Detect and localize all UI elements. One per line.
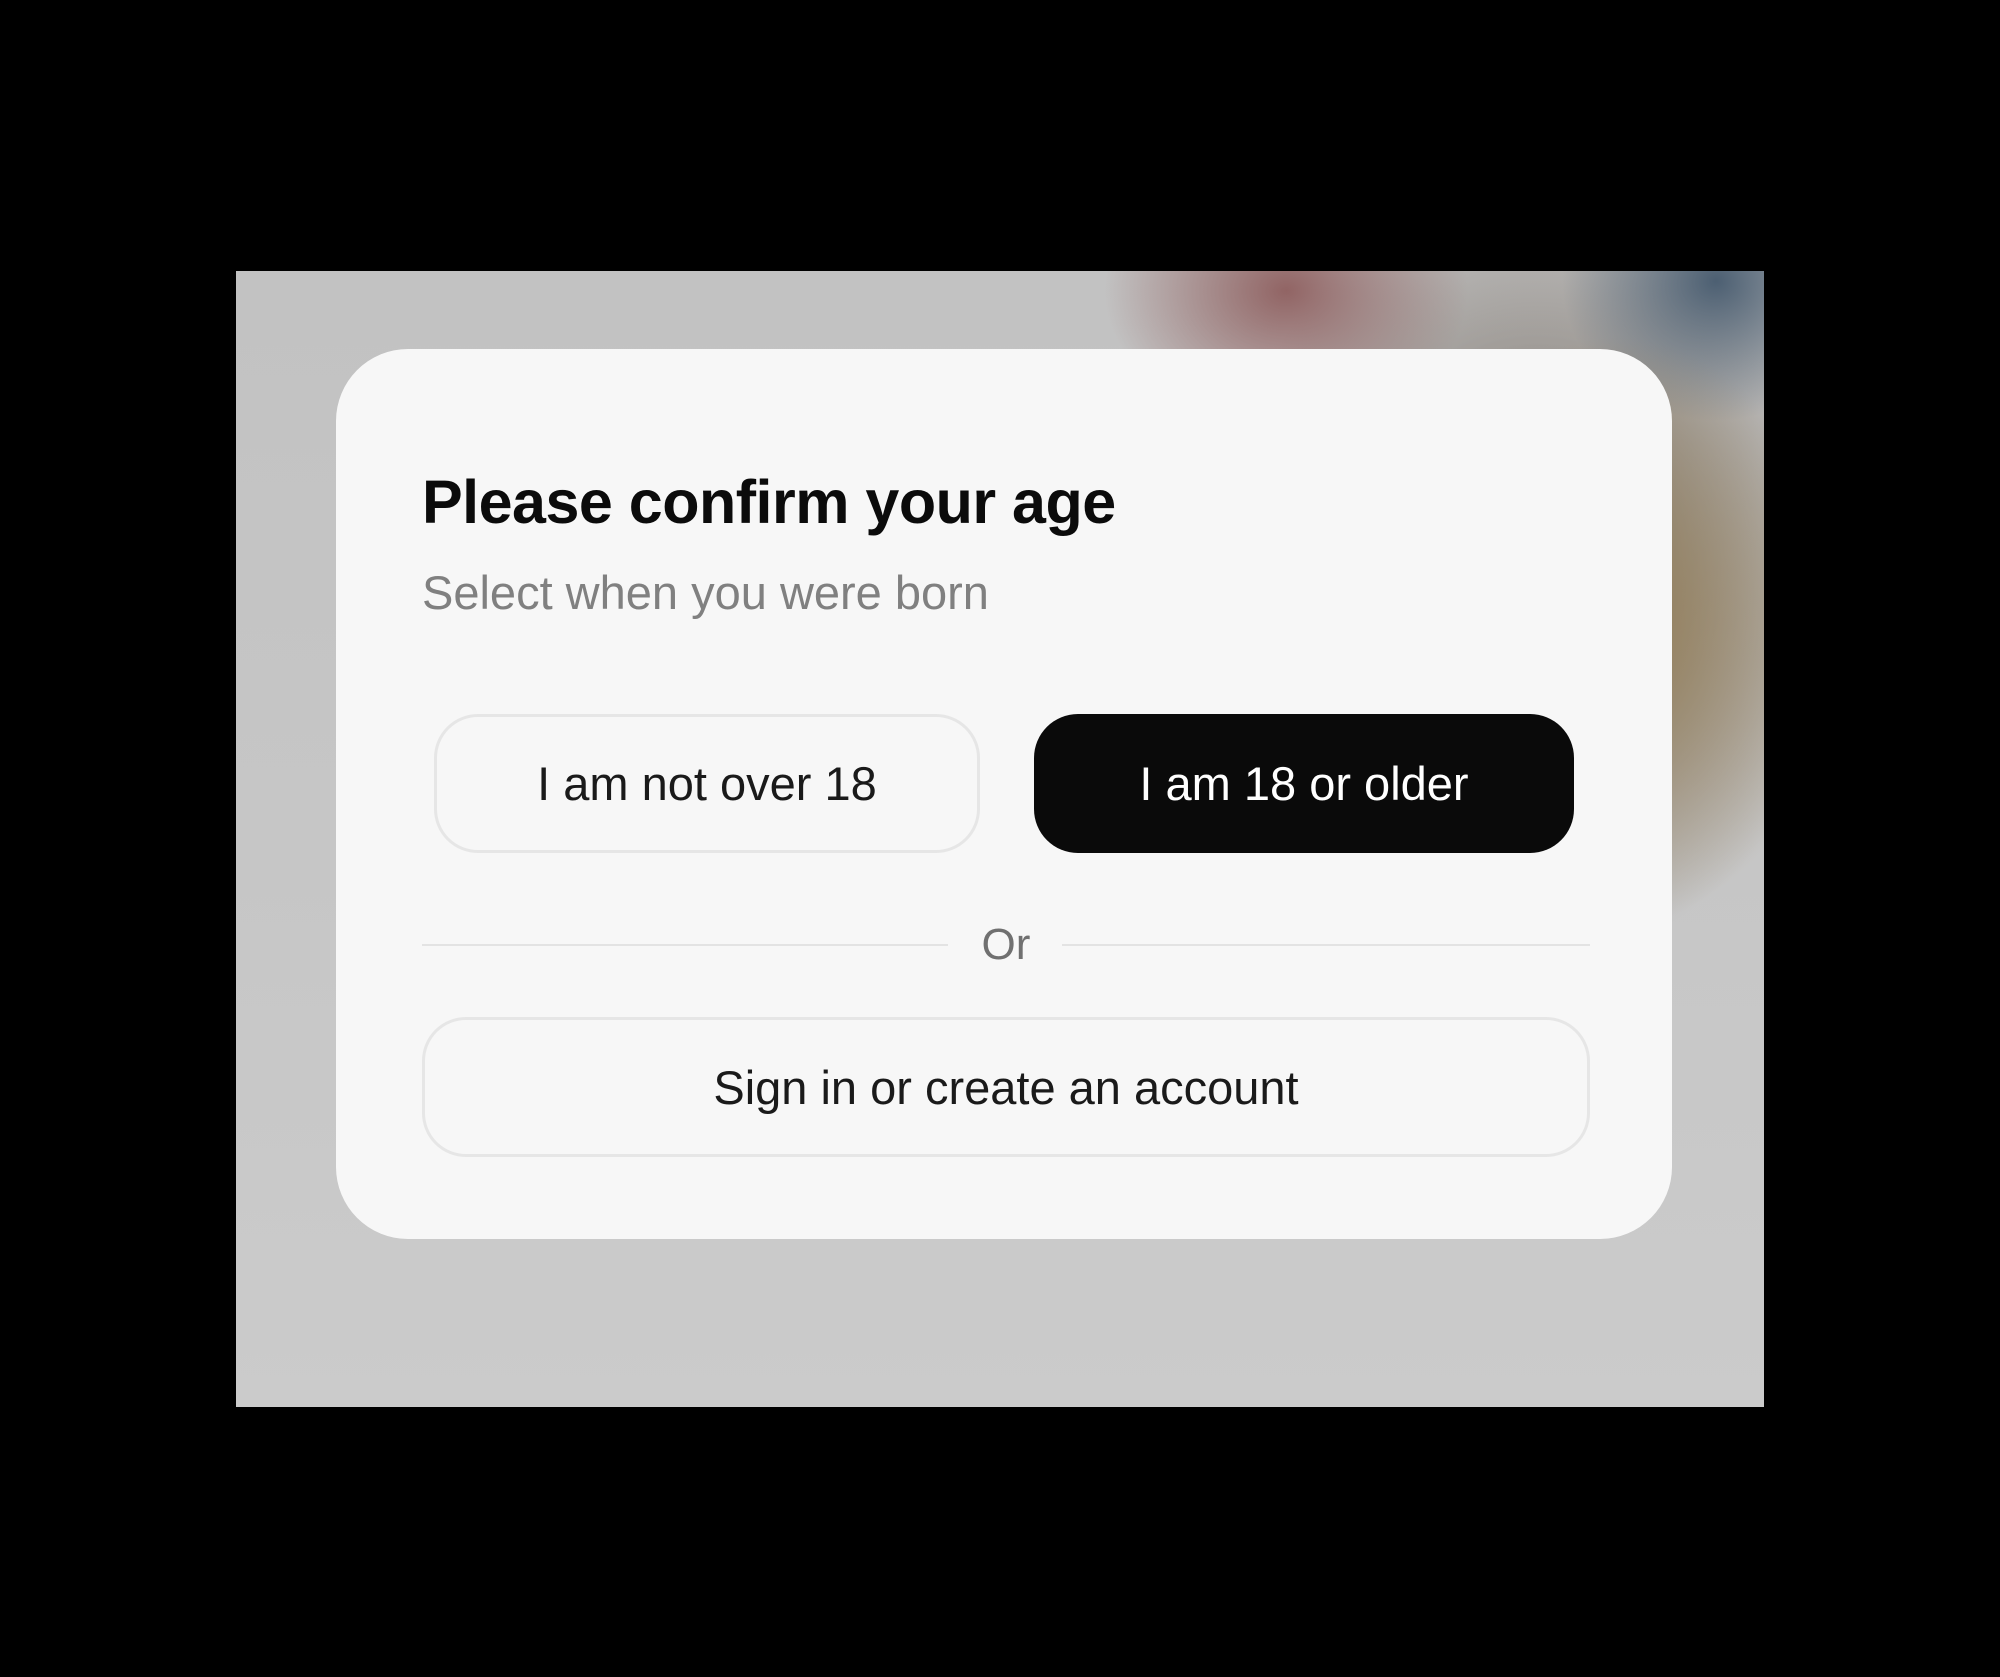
not-over-18-button[interactable]: I am not over 18 [434, 714, 980, 853]
divider-line-right [1062, 944, 1590, 946]
blurred-page-backdrop: Please confirm your age Select when you … [236, 271, 1764, 1407]
or-divider: Or [422, 915, 1590, 975]
dialog-title: Please confirm your age [422, 468, 1116, 536]
sign-in-button[interactable]: Sign in or create an account [422, 1017, 1590, 1157]
age-confirmation-dialog: Please confirm your age Select when you … [336, 349, 1672, 1239]
over-18-button[interactable]: I am 18 or older [1034, 714, 1574, 853]
dialog-subtitle: Select when you were born [422, 566, 989, 619]
